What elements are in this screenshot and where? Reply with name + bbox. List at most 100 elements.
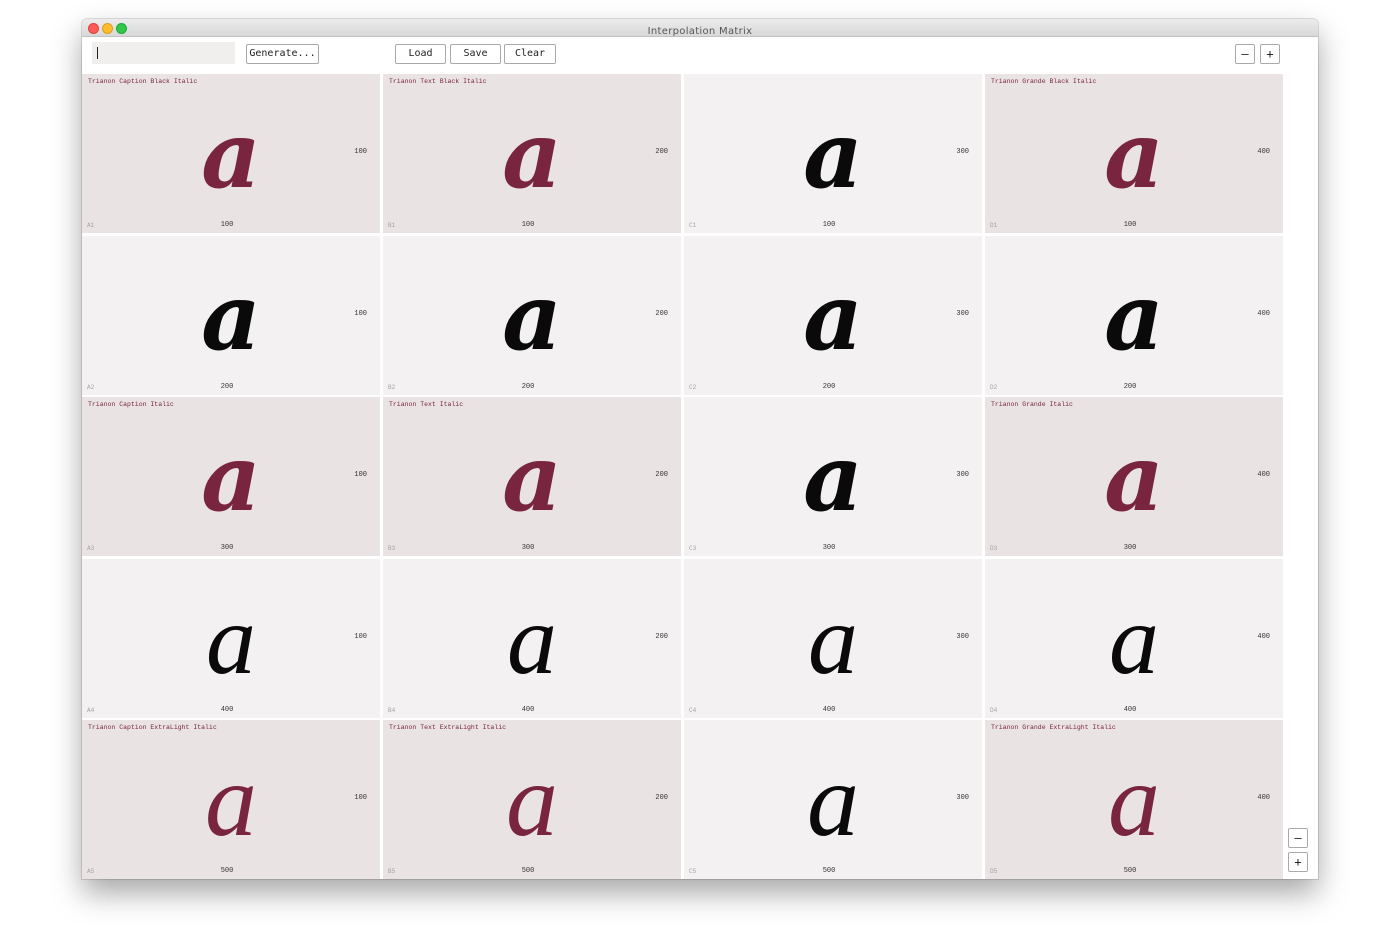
cell-id-label: C2 [689,383,697,391]
glyph-preview: a [506,743,558,858]
maximize-window-button[interactable] [116,23,127,34]
matrix-cell[interactable]: a 300 100 C1 [684,74,982,233]
glyph-preview: a [808,583,858,695]
generate-button[interactable]: Generate... [246,44,319,64]
side-zoom-out-button[interactable]: – [1288,828,1308,848]
glyph-preview: a [1108,743,1160,858]
x-axis-value: 300 [521,544,535,552]
y-axis-value: 400 [1257,471,1270,479]
master-name-label: Trianon Caption ExtraLight Italic [88,724,217,731]
glyph-preview: a [803,101,863,209]
matrix-cell[interactable]: a 400 200 D2 [985,235,1283,395]
cell-id-label: B5 [388,868,396,875]
cell-id-label: A4 [87,706,95,714]
matrix-cell[interactable]: Trianon Caption Black Italic a 100 100 A1 [82,74,380,233]
matrix-cell[interactable]: a 300 200 C2 [684,235,982,395]
side-zoom-controls: – + [1288,828,1308,872]
zoom-out-button[interactable]: – [1235,44,1255,64]
y-axis-value: 300 [956,471,969,479]
matrix-cell[interactable]: a 300 500 C5 [684,720,982,879]
y-axis-value: 200 [655,471,668,479]
close-window-button[interactable] [88,23,99,34]
cell-id-label: D3 [990,545,998,552]
window-title: Interpolation Matrix [647,26,753,37]
x-axis-value: 500 [822,867,836,875]
x-axis-value: 100 [220,221,234,229]
glyph-preview: a [502,101,562,209]
master-name-label: Trianon Grande Italic [991,401,1073,408]
x-axis-value: 400 [220,705,234,714]
matrix-cell[interactable]: a 100 200 A2 [82,235,380,395]
matrix-cell[interactable]: Trianon Text ExtraLight Italic a 200 500 B5 [383,720,681,879]
text-caret [97,47,98,59]
y-axis-value: 400 [1257,309,1270,318]
clear-button[interactable]: Clear [504,44,556,64]
cell-id-label: D2 [990,383,998,391]
x-axis-value: 300 [822,544,836,552]
matrix-cell[interactable]: Trianon Grande Black Italic a 400 100 D1 [985,74,1283,233]
x-axis-value: 400 [521,705,535,714]
x-axis-value: 100 [822,221,836,229]
matrix-cell[interactable]: Trianon Caption ExtraLight Italic a 100 500… [82,720,380,879]
matrix-cell[interactable]: a 400 400 D4 [985,558,1283,718]
y-axis-value: 100 [354,148,367,156]
glyph-preview: a [507,583,557,695]
master-name-label: Trianon Caption Black Italic [88,78,198,85]
matrix-cell[interactable]: a 300 400 C4 [684,558,982,718]
y-axis-value: 100 [354,794,367,802]
x-axis-value: 200 [220,382,234,391]
cell-id-label: B3 [388,545,396,552]
cell-id-label: A1 [87,222,95,229]
glyph-preview: a [803,424,863,532]
glyph-preview: a [1104,101,1164,209]
glyph-preview: a [1104,262,1164,371]
y-axis-value: 300 [956,794,969,802]
minimize-window-button[interactable] [102,23,113,34]
x-axis-value: 400 [1123,705,1137,714]
matrix-cell[interactable]: a 200 200 B2 [383,235,681,395]
cell-id-label: C5 [689,868,697,875]
cell-id-label: B2 [388,383,396,391]
matrix-cell[interactable]: Trianon Text Italic a 200 300 B3 [383,397,681,556]
matrix-cell[interactable]: Trianon Caption Italic a 100 300 A3 [82,397,380,556]
cell-id-label: D5 [990,868,998,875]
glyph-preview: a [807,743,859,858]
y-axis-value: 200 [655,309,668,318]
master-name-label: Trianon Grande Black Italic [991,78,1097,85]
y-axis-value: 300 [956,632,969,641]
master-name-label: Trianon Caption Italic [88,401,174,408]
x-axis-value: 500 [1123,867,1137,875]
cell-id-label: A2 [87,383,95,391]
interpolation-grid: Trianon Caption Black Italic a 100 100 A1 Tri… [82,74,1283,879]
x-axis-value: 200 [521,382,535,391]
zoom-in-button[interactable]: + [1260,44,1280,64]
load-button[interactable]: Load [395,44,446,64]
y-axis-value: 300 [956,148,969,156]
matrix-cell[interactable]: Trianon Grande Italic a 400 300 D3 [985,397,1283,556]
cell-id-label: B1 [388,222,396,229]
matrix-cell[interactable]: a 200 400 B4 [383,558,681,718]
toolbar: Generate... Load Save Clear – + [82,37,1318,73]
glyph-preview: a [205,743,257,858]
matrix-cell[interactable]: Trianon Grande ExtraLight Italic a 400 500 D… [985,720,1283,879]
glyph-preview: a [201,101,261,209]
title-bar: Interpolation Matrix [82,19,1318,37]
side-zoom-in-button[interactable]: + [1288,852,1308,872]
x-axis-value: 300 [1123,544,1137,552]
save-button[interactable]: Save [450,44,501,64]
glyph-preview: a [1104,424,1164,532]
y-axis-value: 100 [354,309,367,318]
matrix-cell[interactable]: a 300 300 C3 [684,397,982,556]
glyph-preview: a [201,424,261,532]
name-input[interactable] [92,42,235,64]
cell-id-label: B4 [388,706,396,714]
cell-id-label: D4 [990,706,998,714]
x-axis-value: 500 [220,867,234,875]
matrix-cell[interactable]: Trianon Text Black Italic a 200 100 B1 [383,74,681,233]
cell-id-label: C1 [689,222,697,229]
cell-id-label: A5 [87,868,95,875]
glyph-preview: a [1109,583,1159,695]
cell-id-label: C3 [689,545,697,552]
y-axis-value: 200 [655,148,668,156]
matrix-cell[interactable]: a 100 400 A4 [82,558,380,718]
